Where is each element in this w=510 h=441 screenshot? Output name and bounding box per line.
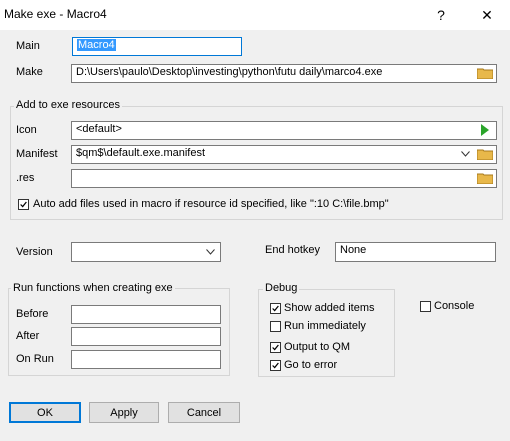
onrun-label: On Run [16, 353, 54, 365]
manifest-value: $qm$\default.exe.manifest [76, 147, 206, 159]
check-icon [20, 201, 27, 208]
hotkey-label: End hotkey [265, 244, 321, 256]
main-name-input[interactable]: Macro4 [72, 37, 242, 56]
run-immediately-label[interactable]: Run immediately [284, 320, 366, 332]
manifest-chevron-down-icon[interactable] [461, 151, 470, 157]
console-checkbox[interactable] [420, 301, 431, 312]
output-to-qm-checkbox[interactable] [270, 342, 281, 353]
apply-button[interactable]: Apply [89, 402, 159, 423]
version-label: Version [16, 246, 53, 258]
manifest-folder-icon[interactable] [477, 148, 493, 160]
auto-add-label[interactable]: Auto add files used in macro if resource… [33, 198, 389, 210]
make-folder-icon[interactable] [477, 67, 493, 79]
debug-legend: Debug [263, 282, 300, 294]
manifest-input[interactable]: $qm$\default.exe.manifest [71, 145, 497, 164]
make-label: Make [16, 66, 43, 78]
help-button[interactable]: ? [418, 0, 464, 30]
ok-button[interactable]: OK [9, 402, 81, 423]
cancel-button[interactable]: Cancel [168, 402, 240, 423]
go-to-error-label[interactable]: Go to error [284, 359, 337, 371]
before-label: Before [16, 308, 49, 320]
output-to-qm-label[interactable]: Output to QM [284, 341, 350, 353]
manifest-label: Manifest [16, 148, 58, 160]
onrun-input[interactable] [71, 350, 221, 369]
show-added-items-checkbox[interactable] [270, 303, 281, 314]
check-icon [272, 362, 279, 369]
after-input[interactable] [71, 327, 221, 346]
console-label[interactable]: Console [434, 300, 474, 312]
run-immediately-checkbox[interactable] [270, 321, 281, 332]
close-icon: ✕ [481, 6, 493, 23]
run-functions-legend: Run functions when creating exe [11, 282, 175, 294]
close-button[interactable]: ✕ [464, 0, 510, 30]
icon-value: <default> [76, 123, 122, 135]
before-input[interactable] [71, 305, 221, 324]
after-label: After [16, 330, 40, 342]
res-folder-icon[interactable] [477, 172, 493, 184]
version-chevron-down-icon[interactable] [206, 249, 215, 255]
hotkey-value: None [340, 244, 367, 256]
res-input[interactable] [71, 169, 497, 188]
res-label: .res [16, 172, 35, 184]
resources-legend: Add to exe resources [14, 99, 122, 111]
make-path-value: D:\Users\paulo\Desktop\investing\python\… [76, 66, 383, 78]
help-icon: ? [437, 7, 445, 23]
icon-input[interactable]: <default> [71, 121, 497, 140]
play-icon[interactable] [480, 124, 490, 136]
show-added-items-label[interactable]: Show added items [284, 302, 375, 314]
check-icon [272, 305, 279, 312]
hotkey-input[interactable]: None [335, 242, 496, 262]
check-icon [272, 344, 279, 351]
icon-label: Icon [16, 124, 37, 136]
main-label: Main [16, 40, 40, 52]
window-title: Make exe - Macro4 [4, 7, 107, 21]
main-name-value: Macro4 [77, 39, 116, 51]
make-path-input[interactable]: D:\Users\paulo\Desktop\investing\python\… [71, 64, 497, 83]
go-to-error-checkbox[interactable] [270, 360, 281, 371]
auto-add-checkbox[interactable] [18, 199, 29, 210]
version-select[interactable] [71, 242, 221, 262]
